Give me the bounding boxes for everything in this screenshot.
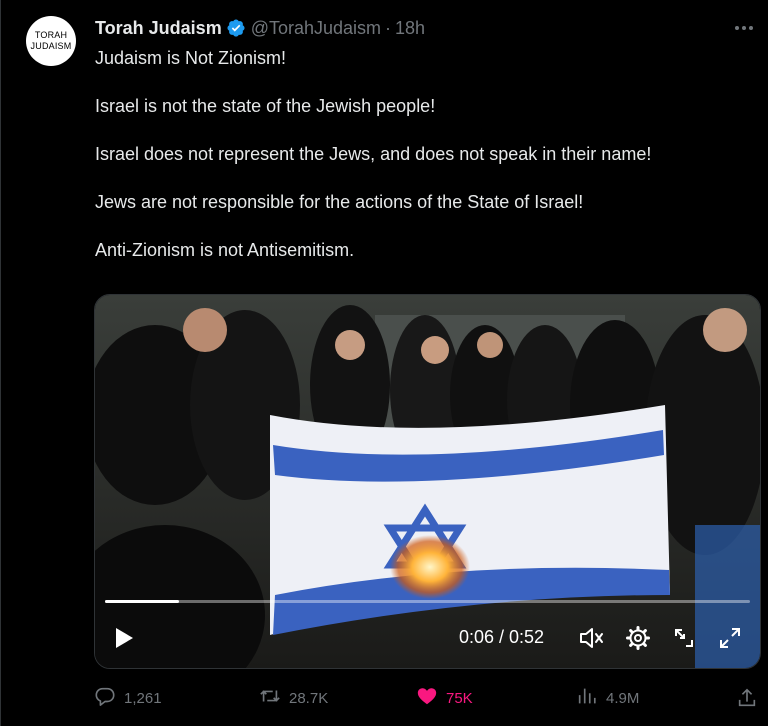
like-button[interactable]: 75K [416,684,473,712]
avatar-text-line1: TORAH [34,30,68,40]
tweet-text: Judaism is Not Zionism! Israel is not th… [95,46,755,262]
like-count: 75K [446,689,473,707]
tweet-header: Torah Judaism @TorahJudaism · 18h [95,16,425,40]
fullscreen-icon[interactable] [715,623,745,653]
handle[interactable]: @TorahJudaism [251,18,381,39]
repost-icon [259,685,281,711]
video-progress-fill [105,600,180,603]
video-controls: 0:06 / 0:52 [95,617,760,661]
separator-dot: · [385,17,392,38]
video-player[interactable]: 0:06 / 0:52 [94,294,761,669]
reply-count: 1,261 [124,689,162,707]
avatar[interactable]: TORAH JUDAISM [26,16,76,66]
repost-count: 28.7K [289,689,329,707]
ellipsis-icon[interactable] [730,14,758,42]
views-count: 4.9M [606,689,640,707]
play-icon[interactable] [109,623,139,653]
tweet-paragraph: Jews are not responsible for the actions… [95,192,584,212]
timeline-left-border [0,0,1,726]
pip-icon[interactable] [669,623,699,653]
tweet-paragraph: Israel is not the state of the Jewish pe… [95,96,436,116]
views-button[interactable]: 4.9M [576,684,639,712]
timestamp[interactable]: 18h [395,18,425,39]
display-name[interactable]: Torah Judaism [95,18,222,39]
repost-button[interactable]: 28.7K [259,684,328,712]
like-heart-icon [416,685,438,711]
settings-gear-icon[interactable] [623,623,653,653]
tweet-paragraph: Judaism is Not Zionism! [95,48,287,68]
verified-badge-icon[interactable] [226,18,246,38]
mute-icon[interactable] [576,623,606,653]
video-frame [95,295,760,668]
share-icon[interactable] [736,684,758,712]
video-progress-bar[interactable] [105,600,750,603]
reply-button[interactable]: 1,261 [94,684,162,712]
avatar-text-line2: JUDAISM [30,41,72,51]
reply-icon [94,685,116,711]
video-time: 0:06 / 0:52 [459,627,545,647]
tweet-paragraph: Israel does not represent the Jews, and … [95,144,652,164]
tweet-actions: 1,261 28.7K 75K 4.9M [94,684,762,712]
views-icon [576,685,598,711]
tweet-paragraph: Anti-Zionism is not Antisemitism. [95,240,355,260]
